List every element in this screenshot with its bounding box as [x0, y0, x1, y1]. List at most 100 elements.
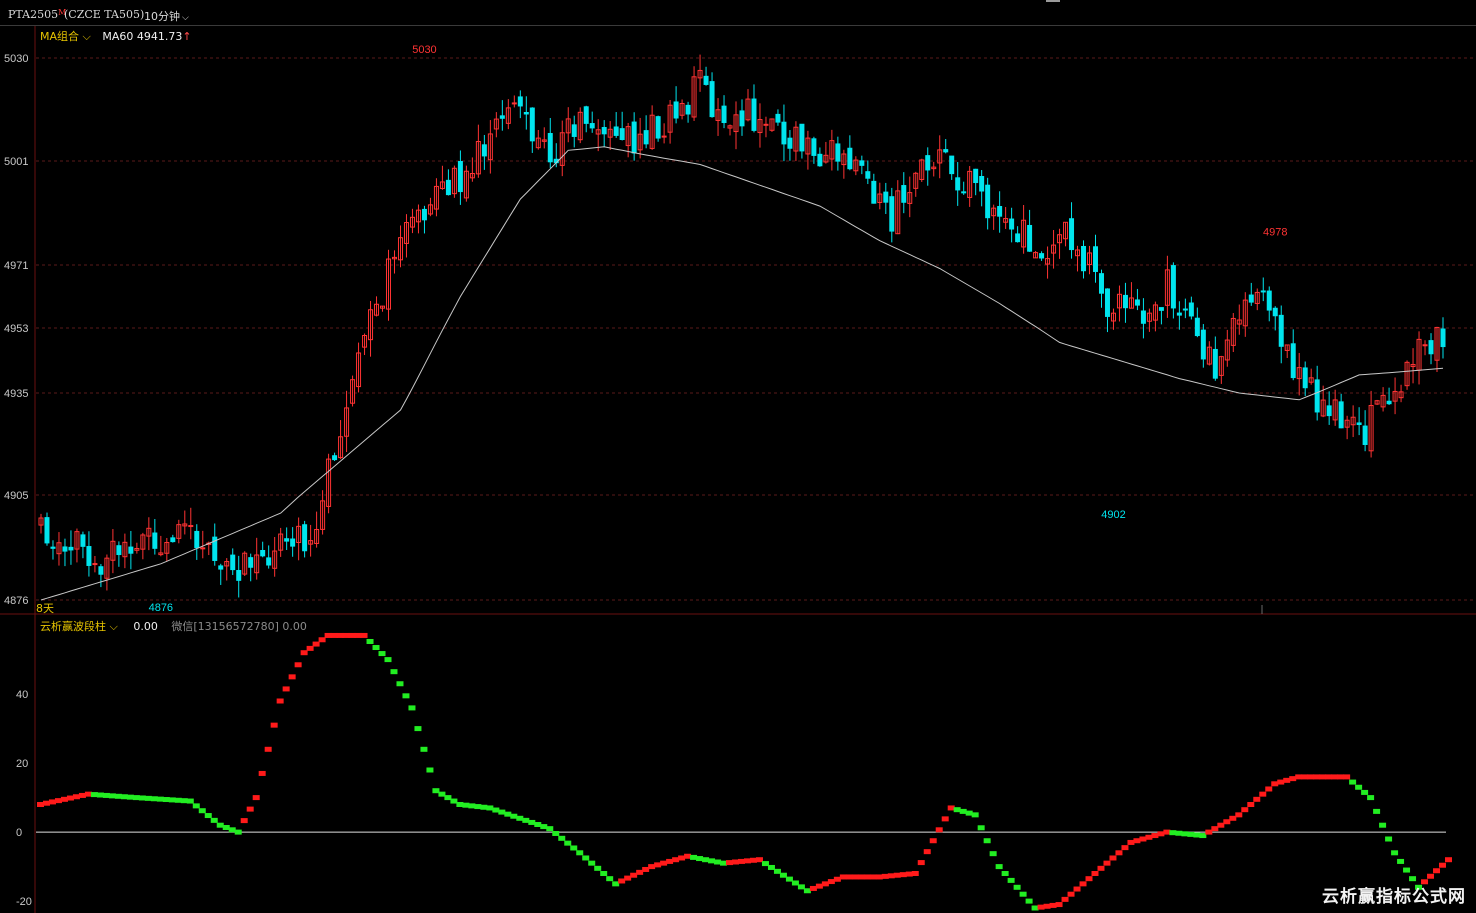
wave-segment	[168, 797, 176, 803]
candle-body	[643, 130, 649, 145]
wave-segment	[1229, 815, 1237, 821]
wave-segment	[582, 855, 590, 861]
wave-segment	[815, 883, 823, 889]
wave-segment	[432, 788, 440, 794]
price-tick-label: 4971	[4, 260, 28, 272]
wave-segment	[630, 872, 638, 878]
candle-body	[457, 161, 463, 193]
candle-body	[817, 153, 823, 167]
wave-segment	[1115, 850, 1123, 856]
wave-segment	[240, 818, 248, 824]
wave-segment	[983, 838, 991, 844]
candle-body	[68, 546, 74, 551]
wave-segment	[48, 799, 56, 805]
wave-segment	[1133, 838, 1141, 844]
wave-segment	[767, 864, 775, 870]
wave-segment	[612, 881, 620, 887]
wave-segment	[893, 872, 901, 878]
candle-body	[1260, 290, 1266, 293]
wave-segment	[1247, 802, 1255, 807]
wave-segment	[1001, 871, 1009, 876]
candle-body	[1009, 218, 1015, 230]
kline-chart[interactable]: 4876 4905 4935 4953 4971 5001 5030 -20 0 20 40 5030…	[0, 0, 1476, 913]
wave-segment	[78, 792, 86, 798]
wave-segment	[486, 805, 494, 811]
wave-segment	[905, 871, 913, 877]
candle-body	[1302, 367, 1308, 389]
candle-body	[236, 570, 242, 581]
wave-segment	[845, 874, 853, 880]
wave-segment	[1055, 902, 1063, 908]
indicator-note: 微信[13156572780] 0.00	[171, 620, 307, 633]
wave-segment	[1331, 774, 1339, 780]
wave-segment	[420, 746, 428, 752]
wave-segment	[1169, 830, 1177, 836]
candle-body	[847, 147, 853, 170]
candle-body	[44, 517, 50, 544]
wave-segment	[642, 866, 650, 872]
wave-segment	[1343, 774, 1351, 780]
wave-segment	[246, 806, 254, 812]
indicator-selector[interactable]: 云析赢波段柱 ⌵	[40, 620, 118, 633]
wave-segment	[1325, 774, 1333, 780]
candle-body	[1266, 290, 1272, 311]
indicator-tick-label: 20	[16, 758, 28, 770]
wave-segment	[258, 770, 266, 776]
wave-segment	[1127, 839, 1135, 845]
candle-body	[721, 105, 727, 124]
wave-segment	[1037, 904, 1045, 910]
wave-segment	[72, 794, 80, 800]
wave-segment	[210, 817, 218, 823]
wave-segment	[252, 795, 260, 801]
wave-segment	[1067, 891, 1075, 897]
wave-segment	[839, 874, 847, 880]
candle-body	[811, 138, 817, 156]
wave-segment	[863, 874, 871, 880]
wave-segment	[546, 826, 554, 832]
candle-body	[1356, 422, 1362, 425]
wave-segment	[1103, 860, 1111, 866]
candle-body	[170, 537, 176, 543]
wave-segment	[342, 632, 350, 638]
wave-segment	[875, 874, 883, 880]
wave-segment	[869, 874, 877, 880]
candle-body	[1326, 405, 1332, 417]
chevron-down-icon: ⌵	[109, 620, 118, 633]
price-tick-label: 4905	[4, 490, 28, 502]
candle-body	[901, 185, 907, 203]
ma60-line	[40, 146, 1444, 601]
candle-body	[949, 155, 955, 175]
wave-segment	[180, 798, 188, 804]
candle-body	[571, 124, 577, 137]
wave-segment	[743, 858, 751, 864]
wave-segment	[1313, 774, 1321, 780]
candle-body	[775, 113, 781, 123]
candle-body	[152, 532, 158, 549]
candle-body	[188, 525, 194, 528]
candle-body	[835, 143, 841, 162]
candle-body	[128, 546, 134, 554]
wave-segment	[1307, 774, 1315, 780]
candle-body	[511, 102, 517, 105]
wave-segment	[366, 638, 374, 644]
wave-segment	[396, 681, 404, 687]
wave-segment	[294, 662, 302, 668]
wave-segment	[971, 812, 979, 818]
wave-segment	[773, 868, 781, 874]
candle-body	[1098, 273, 1104, 294]
wave-segment	[827, 879, 835, 885]
candle-body	[1428, 340, 1434, 355]
wave-segment	[1079, 881, 1087, 887]
candle-body	[709, 81, 715, 118]
wave-segment	[42, 800, 50, 806]
candle-body	[781, 121, 787, 145]
candle-body	[961, 191, 967, 194]
wave-segment	[1049, 902, 1057, 908]
wave-segment	[965, 810, 973, 816]
wave-segment	[60, 796, 68, 802]
wave-segment	[606, 876, 614, 882]
wave-segment	[600, 871, 608, 876]
candle-body	[979, 176, 985, 192]
wave-segment	[1085, 876, 1093, 882]
wave-segment	[540, 824, 548, 830]
